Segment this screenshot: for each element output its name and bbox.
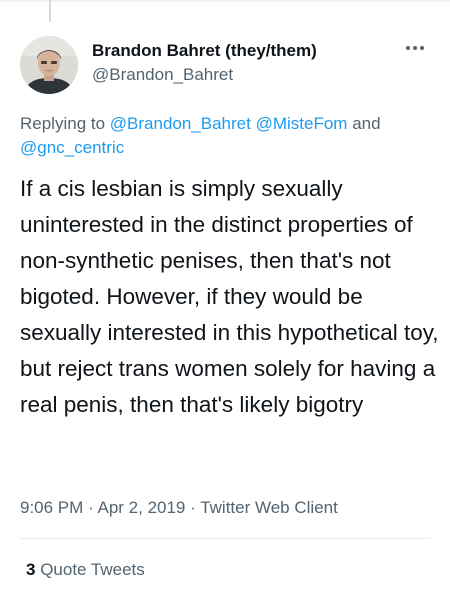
divider: [20, 538, 430, 539]
more-dot: [413, 46, 417, 50]
mention-link[interactable]: @gnc_centric: [20, 138, 124, 157]
mention-link[interactable]: @MisteFom: [256, 114, 348, 133]
display-name[interactable]: Brandon Bahret (they/them): [92, 40, 317, 62]
mention-link[interactable]: @Brandon_Bahret: [110, 114, 251, 133]
replying-to: Replying to @Brandon_Bahret @MisteFom an…: [20, 112, 430, 160]
tweet-time[interactable]: 9:06 PM: [20, 498, 83, 517]
top-divider: [0, 0, 450, 3]
tweet-meta: 9:06 PM · Apr 2, 2019 · Twitter Web Clie…: [20, 497, 338, 519]
tweet-text: If a cis lesbian is simply sexually unin…: [20, 176, 439, 417]
tweet-date[interactable]: Apr 2, 2019: [97, 498, 185, 517]
meta-separator: ·: [83, 498, 98, 517]
replying-to-label: Replying to: [20, 114, 110, 133]
author-info: Brandon Bahret (they/them) @Brandon_Bahr…: [92, 40, 317, 86]
quote-tweets-label: Quote Tweets: [35, 560, 145, 579]
tweet-header: Brandon Bahret (they/them) @Brandon_Bahr…: [20, 36, 434, 94]
meta-separator: ·: [185, 498, 201, 517]
avatar[interactable]: [20, 36, 78, 94]
thread-connector-line: [49, 0, 51, 22]
tweet-client: Twitter Web Client: [200, 498, 338, 517]
tweet-detail-page: Brandon Bahret (they/them) @Brandon_Bahr…: [0, 0, 450, 600]
quote-tweets-link[interactable]: 3 Quote Tweets: [26, 559, 145, 581]
more-options-icon[interactable]: [402, 38, 428, 58]
more-dot: [406, 46, 410, 50]
profile-photo-icon: [20, 36, 78, 94]
more-dot: [420, 46, 424, 50]
replying-to-joiner: and: [347, 114, 381, 133]
user-handle[interactable]: @Brandon_Bahret: [92, 64, 317, 86]
